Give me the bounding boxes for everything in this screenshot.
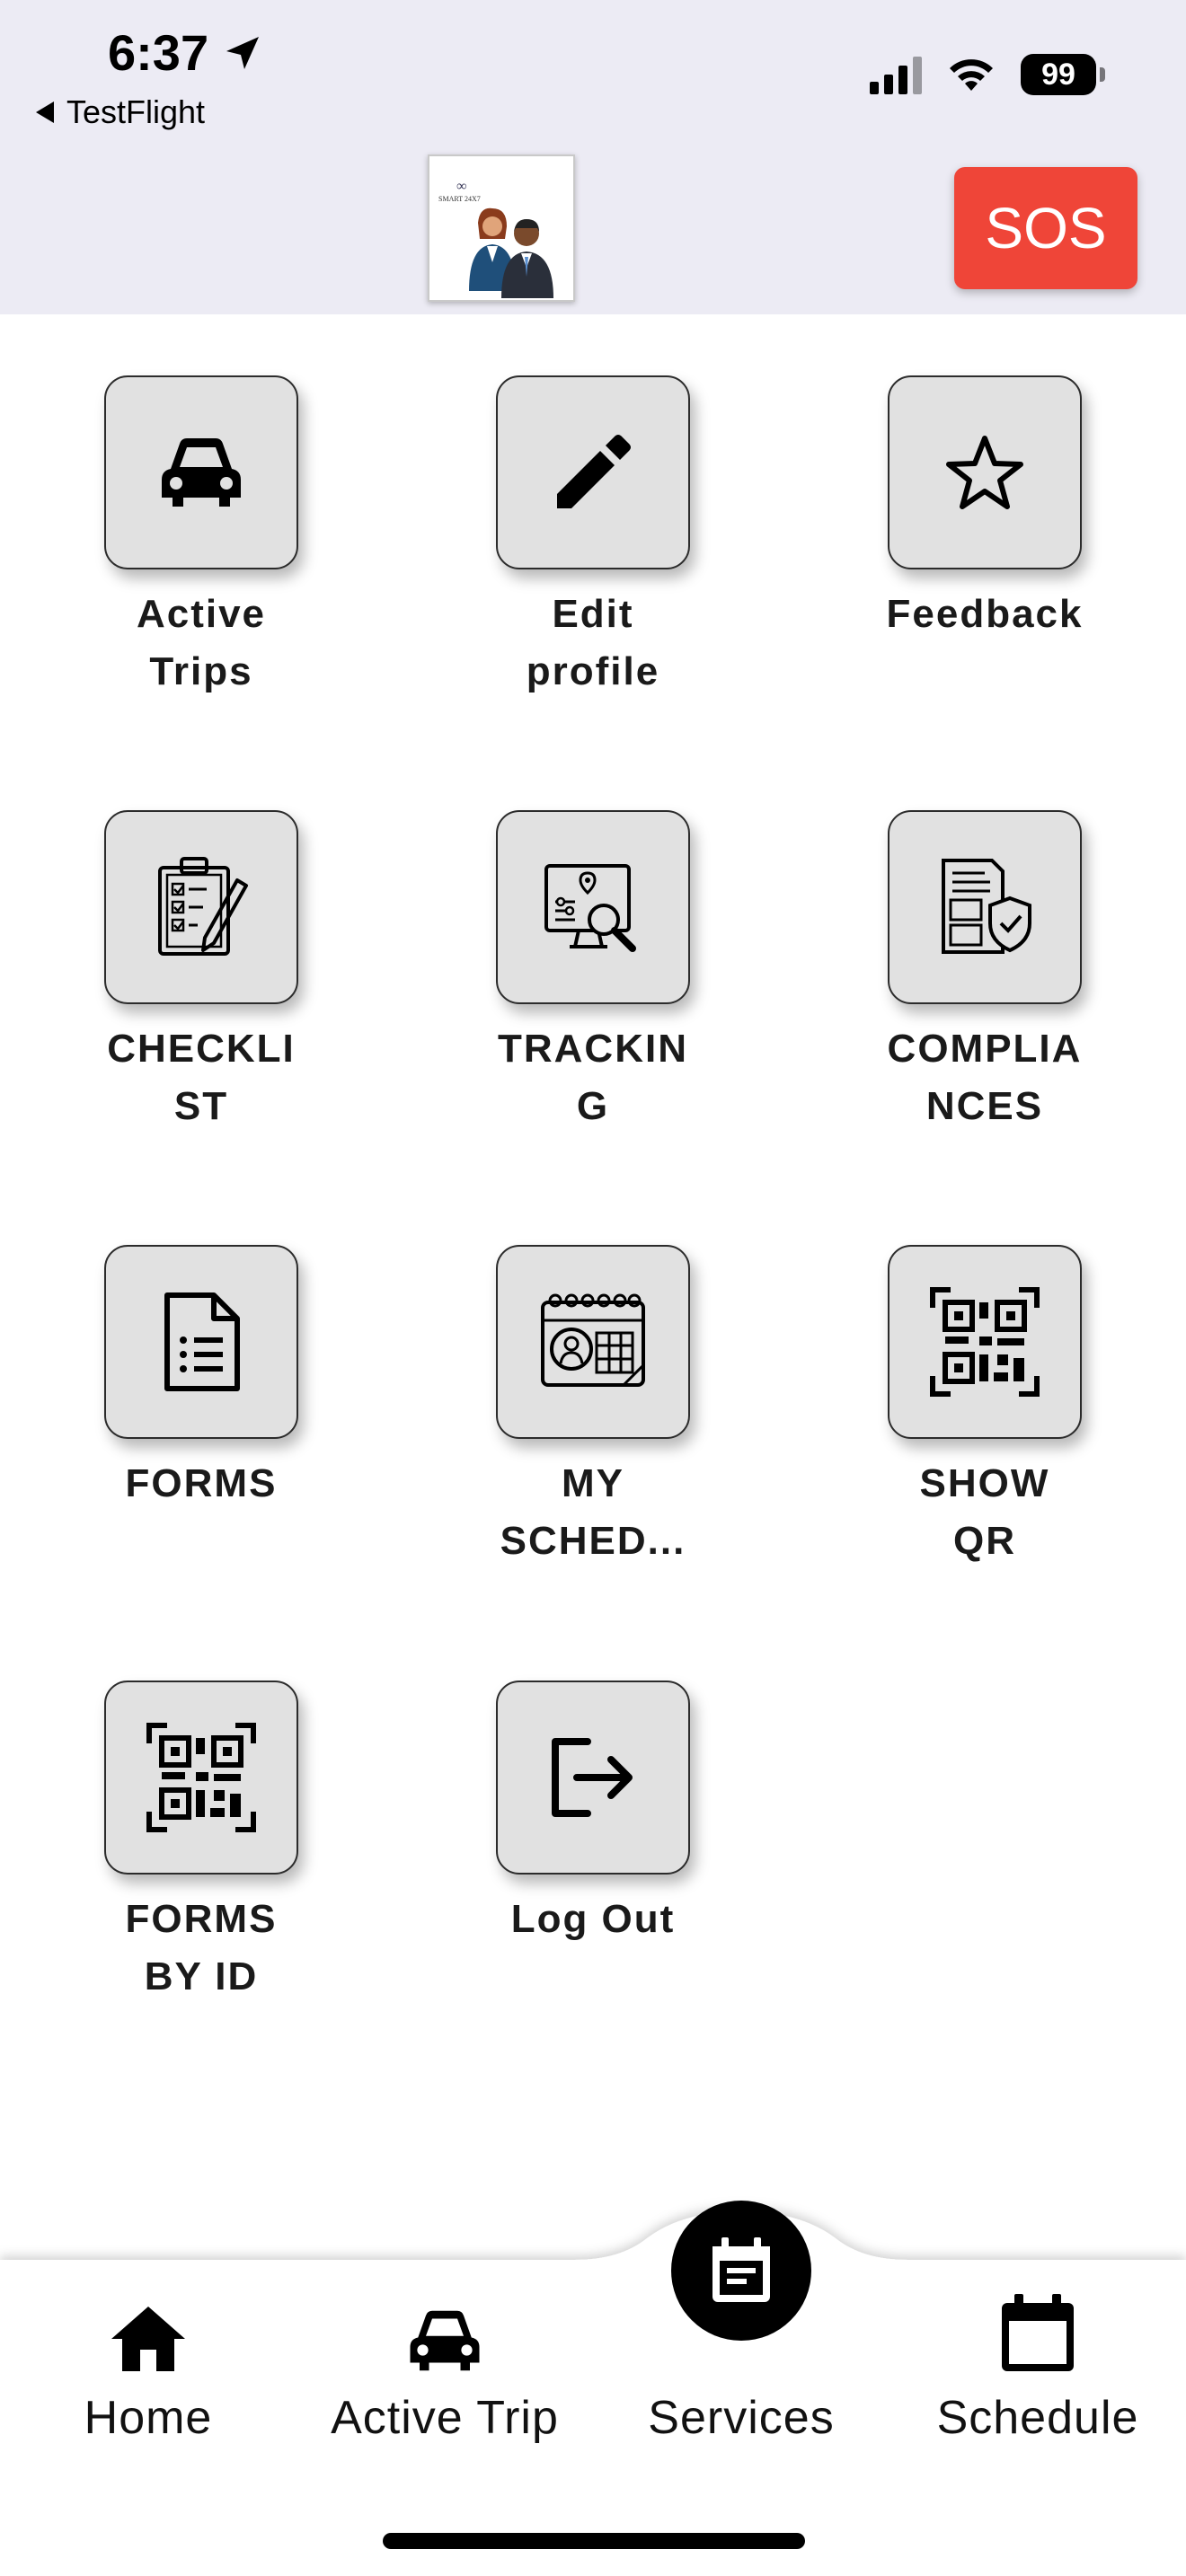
bottom-nav: Home Active Trip Services Schedule (0, 2174, 1186, 2576)
calendar-user-icon (541, 1293, 645, 1387)
qr-code-icon (930, 1287, 1040, 1397)
tile-compliances-box[interactable] (888, 810, 1082, 1004)
time-text: 6:37 (108, 24, 209, 81)
svg-text:∞: ∞ (456, 179, 466, 194)
tile-label: Active Trips (136, 592, 267, 693)
tile-label: SHOW QR (919, 1461, 1050, 1563)
tile-my-schedule[interactable]: MY SCHED... (458, 1245, 728, 1570)
tile-edit-profile-box[interactable] (496, 375, 690, 569)
home-icon (111, 2307, 185, 2371)
tile-forms[interactable]: FORMS (66, 1245, 336, 1513)
back-triangle-icon (36, 101, 54, 123)
pencil-icon (557, 435, 631, 508)
back-to-testflight[interactable]: TestFlight (36, 93, 205, 131)
nav-services-label: Services (648, 2392, 835, 2444)
wifi-icon (950, 59, 993, 91)
back-app-label: TestFlight (66, 93, 206, 130)
tile-checklist-box[interactable] (104, 810, 298, 1004)
nav-schedule[interactable]: Schedule (890, 2289, 1186, 2445)
calendar-icon (1002, 2294, 1074, 2371)
tile-log-out-box[interactable] (496, 1681, 690, 1875)
nav-services[interactable]: Services (593, 2289, 890, 2445)
tile-feedback-box[interactable] (888, 375, 1082, 569)
tile-active-trips[interactable]: Active Trips (66, 375, 336, 701)
tile-my-schedule-box[interactable] (496, 1245, 690, 1439)
tile-forms-by-id-box[interactable] (104, 1681, 298, 1875)
tile-label: Edit profile (526, 592, 660, 693)
tile-forms-by-id[interactable]: FORMS BY ID (66, 1681, 336, 2006)
logo-text: SMART 24X7 (438, 195, 481, 203)
tile-tracking-box[interactable] (496, 810, 690, 1004)
car-icon (410, 2310, 480, 2371)
nav-home-label: Home (84, 2392, 213, 2444)
header: 6:37 TestFlight 99 ∞ SMART 24X7 SOS (0, 0, 1186, 314)
document-list-icon (164, 1292, 240, 1391)
document-shield-icon (942, 859, 1031, 954)
car-icon (162, 438, 241, 507)
sos-button[interactable]: SOS (954, 167, 1137, 289)
cellular-signal-icon (870, 55, 922, 94)
tile-label: MY SCHED... (500, 1461, 686, 1563)
tile-log-out[interactable]: Log Out (458, 1681, 728, 1948)
tile-show-qr-box[interactable] (888, 1245, 1082, 1439)
tile-edit-profile[interactable]: Edit profile (458, 375, 728, 701)
logout-icon (552, 1738, 633, 1817)
tile-label: TRACKIN G (498, 1027, 688, 1128)
tile-forms-box[interactable] (104, 1245, 298, 1439)
tracking-monitor-icon (544, 864, 636, 952)
qr-code-icon (146, 1723, 256, 1832)
battery-icon: 99 (1021, 54, 1105, 95)
app-logo: ∞ SMART 24X7 (428, 154, 575, 302)
tile-label: COMPLIA NCES (887, 1027, 1083, 1128)
star-icon (946, 436, 1023, 509)
tile-tracking[interactable]: TRACKIN G (458, 810, 728, 1135)
tile-label: CHECKLI ST (107, 1027, 296, 1128)
tile-checklist[interactable]: CHECKLI ST (66, 810, 336, 1135)
battery-level: 99 (1021, 54, 1096, 95)
tile-label: FORMS BY ID (125, 1897, 278, 1998)
status-time: 6:37 (108, 23, 264, 82)
tile-show-qr[interactable]: SHOW QR (850, 1245, 1120, 1570)
status-indicators: 99 (870, 54, 1105, 95)
tile-compliances[interactable]: COMPLIA NCES (850, 810, 1120, 1135)
tile-feedback[interactable]: Feedback (850, 375, 1120, 643)
clipboard-checklist-icon (158, 857, 248, 956)
tile-label: FORMS (125, 1461, 278, 1505)
nav-active-trip[interactable]: Active Trip (296, 2289, 593, 2445)
nav-home[interactable]: Home (0, 2289, 296, 2445)
location-arrow-icon (226, 36, 260, 69)
tile-active-trips-box[interactable] (104, 375, 298, 569)
nav-schedule-label: Schedule (936, 2392, 1139, 2444)
nav-active-trip-label: Active Trip (331, 2392, 559, 2444)
tile-label: Log Out (510, 1897, 676, 1941)
business-people-logo-icon: ∞ SMART 24X7 (438, 179, 553, 298)
home-indicator[interactable] (383, 2533, 805, 2549)
tile-label: Feedback (886, 592, 1084, 636)
